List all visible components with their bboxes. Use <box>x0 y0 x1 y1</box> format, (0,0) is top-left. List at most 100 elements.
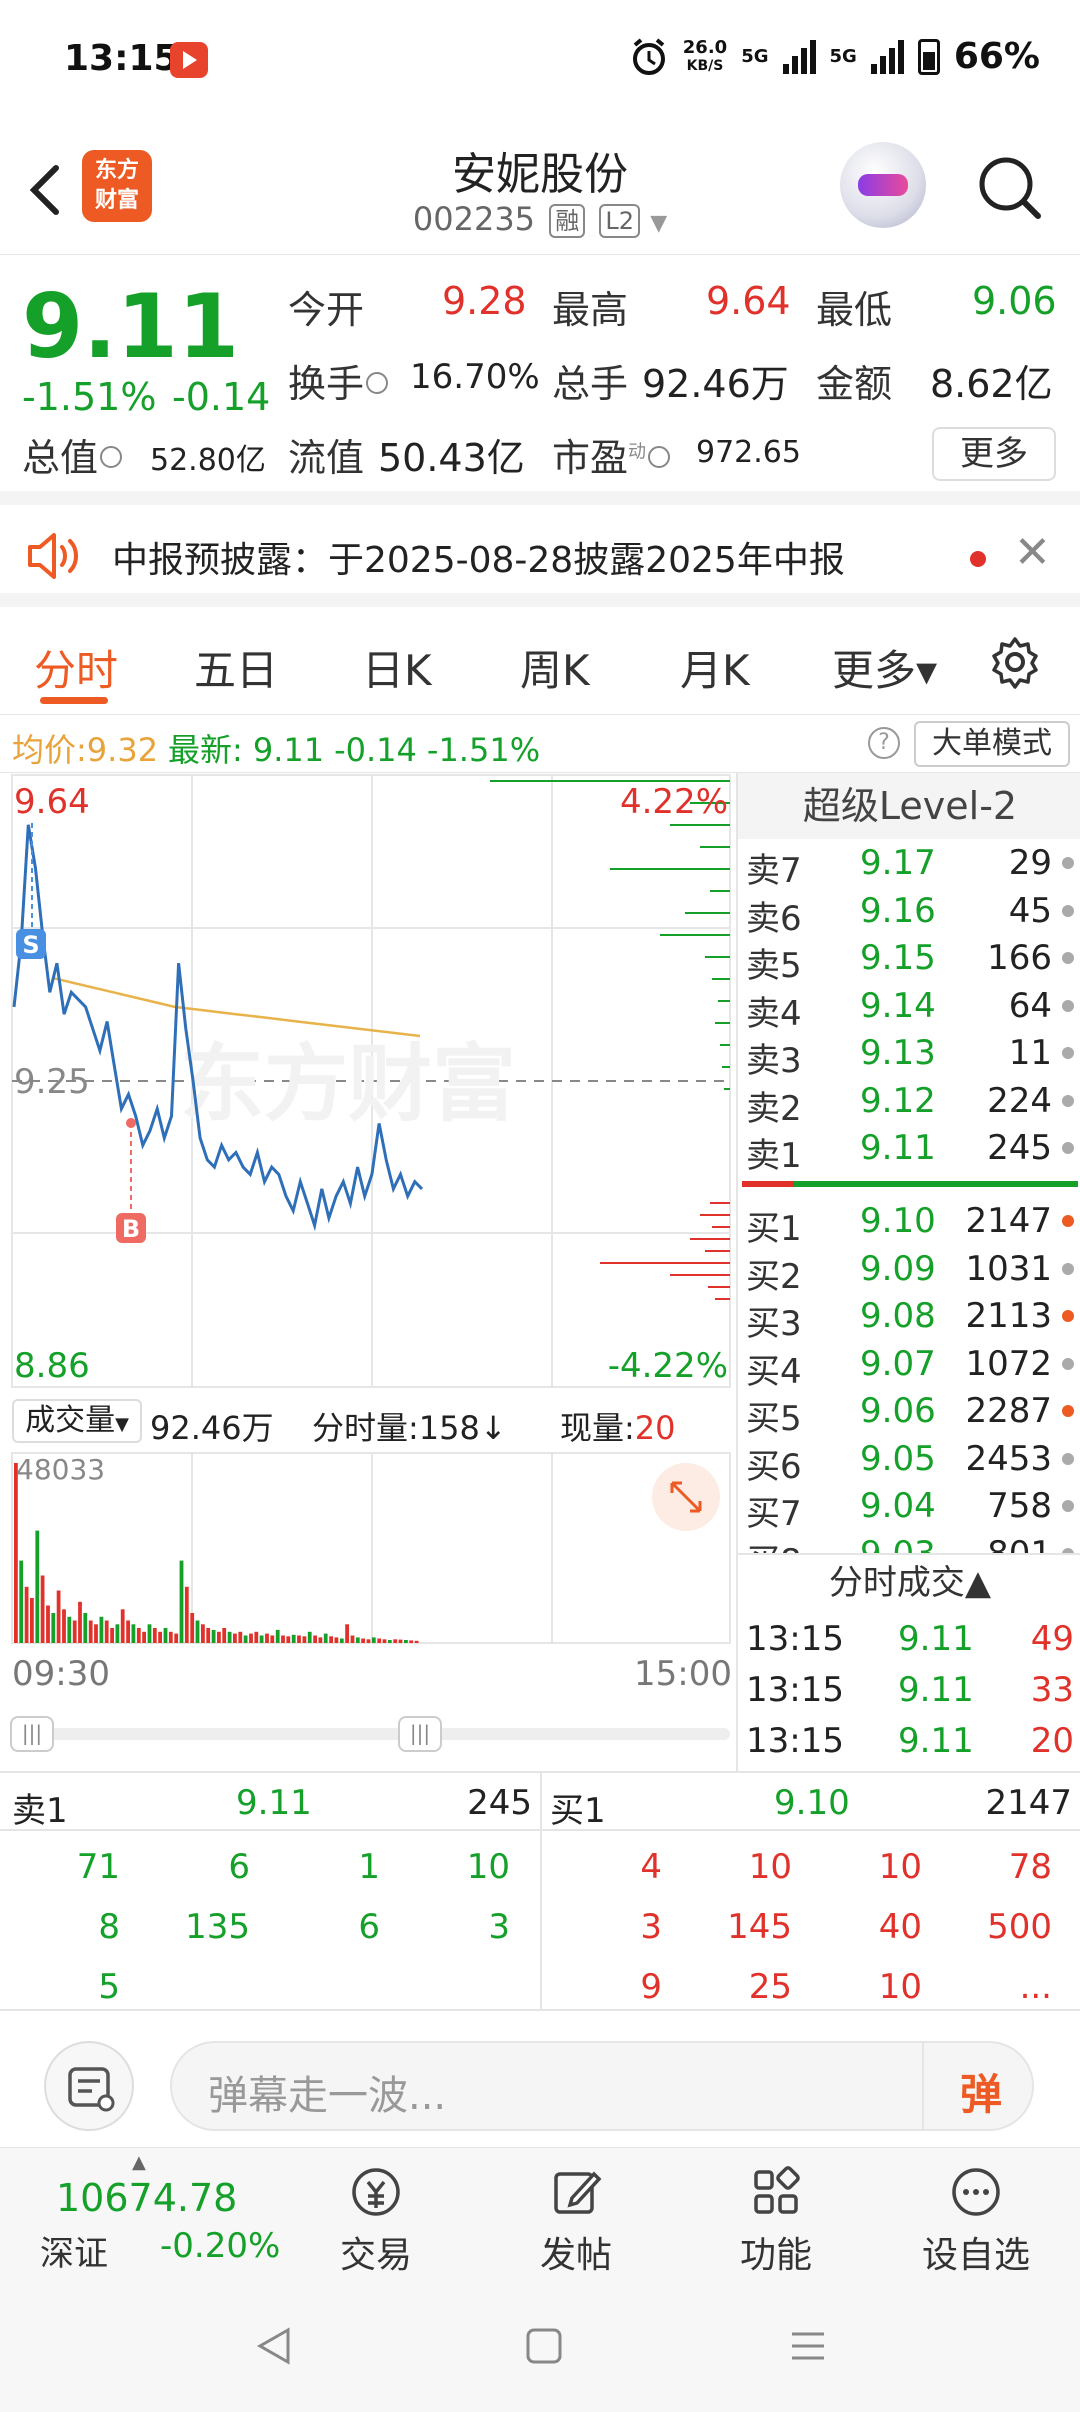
buy-queue-cell: 40 <box>878 1907 922 1947</box>
notice-bar[interactable]: 中报预披露：于2025-08-28披露2025年中报 ✕ <box>0 505 1080 607</box>
bid-price: 9.04 <box>860 1486 936 1526</box>
nav-home-icon[interactable] <box>524 2326 564 2366</box>
bid-dot <box>1062 1357 1074 1370</box>
volume-bar <box>318 1637 323 1643</box>
volume-bar <box>30 1598 34 1643</box>
trade-volume: 49 <box>1030 1619 1074 1659</box>
time-end: 15:00 <box>634 1654 732 1694</box>
mktcap-label: 总值 <box>22 427 123 482</box>
volume-bar <box>51 1613 56 1643</box>
bid-row[interactable]: 买3 9.08 2113 <box>738 1296 1080 1344</box>
danmaku-input[interactable]: 弹幕走一波... 弹 <box>170 2041 1034 2131</box>
depth-bars <box>490 780 730 1300</box>
watermark: 东方财富 <box>180 1035 516 1133</box>
volume-bar <box>286 1636 291 1643</box>
trades-header[interactable]: 分时成交▲ <box>738 1553 1080 1609</box>
volume-bar <box>339 1638 344 1643</box>
bid-volume: 1072 <box>965 1343 1052 1384</box>
volume-bar <box>265 1633 269 1643</box>
volume-dropdown[interactable]: 成交量▼ <box>12 1399 142 1443</box>
volume-bar <box>366 1639 371 1643</box>
buy-queue-cell: ... <box>1019 1967 1052 2007</box>
intraday-chart[interactable]: 东方财富 9.64 9.25 8.86 4.22% -4.22% S B <box>0 773 736 1393</box>
big-order-mode-button[interactable]: 大单模式 <box>914 721 1070 767</box>
volume-bar <box>233 1633 237 1643</box>
volume-bar <box>99 1616 104 1643</box>
change-percent: -1.51% <box>22 375 157 419</box>
signal1-icon <box>782 39 816 74</box>
trade-time: 13:15 <box>746 1721 844 1761</box>
intraday-chart-svg: 东方财富 9.64 9.25 8.86 4.22% -4.22% S B <box>11 774 731 1388</box>
volume-bar <box>136 1628 141 1643</box>
tab-five-day[interactable]: 五日 <box>194 637 278 698</box>
battery-icon <box>917 38 940 75</box>
assistant-robot-icon[interactable] <box>840 142 926 228</box>
volume-bar <box>40 1575 45 1643</box>
trade-price: 9.11 <box>898 1670 974 1710</box>
current-volume: 现量:20 <box>560 1409 676 1447</box>
bid-row[interactable]: 买2 9.09 1031 <box>738 1249 1080 1297</box>
info-icon <box>366 371 389 394</box>
post-button[interactable]: 发帖 <box>496 2148 656 2281</box>
volume-chart-svg: 48033 <box>11 1452 731 1644</box>
volume-bar <box>377 1638 382 1643</box>
open-value: 9.28 <box>442 279 527 323</box>
bid-row[interactable]: 买1 9.10 2147 <box>738 1201 1080 1249</box>
signal2-label: 5G <box>829 46 857 67</box>
search-icon[interactable] <box>976 154 1044 222</box>
bid-row[interactable]: 买4 9.07 1072 <box>738 1344 1080 1392</box>
functions-button[interactable]: 功能 <box>696 2148 856 2281</box>
nav-menu-icon[interactable] <box>788 2326 828 2366</box>
volume-bar <box>382 1639 387 1643</box>
chart-scrollbar[interactable]: ||| ||| <box>10 1716 730 1752</box>
comment-icon[interactable] <box>44 2041 134 2131</box>
tab-monthly-k[interactable]: 月K <box>680 637 750 698</box>
close-icon[interactable]: ✕ <box>1014 527 1051 578</box>
index-value: 10674.78 <box>56 2176 238 2220</box>
volume-bar <box>83 1613 88 1643</box>
signal2-icon <box>870 39 904 74</box>
open-label: 今开 <box>288 288 365 332</box>
add-watchlist-button[interactable]: 设自选 <box>896 2148 1056 2281</box>
low-value: 9.06 <box>972 279 1057 323</box>
trade-row: 13:15 9.11 20 <box>738 1721 1080 1771</box>
more-button[interactable]: 更多 <box>932 427 1056 481</box>
sell-queue-cell: 3 <box>488 1907 510 1947</box>
status-right: 26.0 KB/S 5G 5G 66% <box>629 36 1040 77</box>
trade-button[interactable]: 交易 <box>296 2148 456 2281</box>
bid-label: 买3 <box>746 1304 802 1344</box>
volume-bar <box>190 1613 195 1643</box>
sell-queue-cell: 6 <box>228 1847 250 1887</box>
help-icon[interactable]: ? <box>868 727 900 759</box>
volume-bar <box>313 1635 317 1643</box>
tab-daily-k[interactable]: 日K <box>362 637 432 698</box>
index-widget[interactable]: ▲ 10674.78 深证 -0.20% <box>20 2152 280 2277</box>
bid-label: 买8 <box>746 1534 802 1554</box>
volume-bar <box>329 1636 333 1643</box>
danmaku-toggle-button[interactable]: 弹 <box>960 2061 1002 2122</box>
volume-bar <box>414 1640 419 1643</box>
volume-bar <box>195 1620 200 1643</box>
bid-row[interactable]: 买5 9.06 2287 <box>738 1391 1080 1439</box>
gear-icon[interactable] <box>988 635 1042 689</box>
bid-volume: 801 <box>987 1534 1052 1554</box>
tab-intraday[interactable]: 分时 <box>34 637 118 698</box>
volume-value: 92.46万 <box>642 362 789 406</box>
nav-back-icon[interactable] <box>254 2326 294 2366</box>
sell-queue-cell: 10 <box>466 1847 510 1887</box>
danmaku-placeholder: 弹幕走一波... <box>208 2073 447 2119</box>
bid-row[interactable]: 买7 9.04 758 <box>738 1486 1080 1534</box>
volume-bar <box>14 1463 18 1643</box>
volume-bar <box>281 1635 285 1643</box>
volume-bar <box>88 1620 93 1643</box>
scroll-handle-left[interactable]: ||| <box>10 1716 54 1752</box>
volume-bar <box>398 1639 403 1643</box>
bid-price: 9.10 <box>860 1201 936 1241</box>
bid-row[interactable]: 买6 9.05 2453 <box>738 1439 1080 1487</box>
tab-more[interactable]: 更多▾ <box>832 637 937 698</box>
scroll-handle-right[interactable]: ||| <box>398 1716 442 1752</box>
volume-bar <box>387 1640 392 1643</box>
sell-queue-cell: 5 <box>98 1967 120 2007</box>
tab-weekly-k[interactable]: 周K <box>520 637 590 698</box>
bid-row[interactable]: 买8 9.03 801 <box>738 1534 1080 1554</box>
